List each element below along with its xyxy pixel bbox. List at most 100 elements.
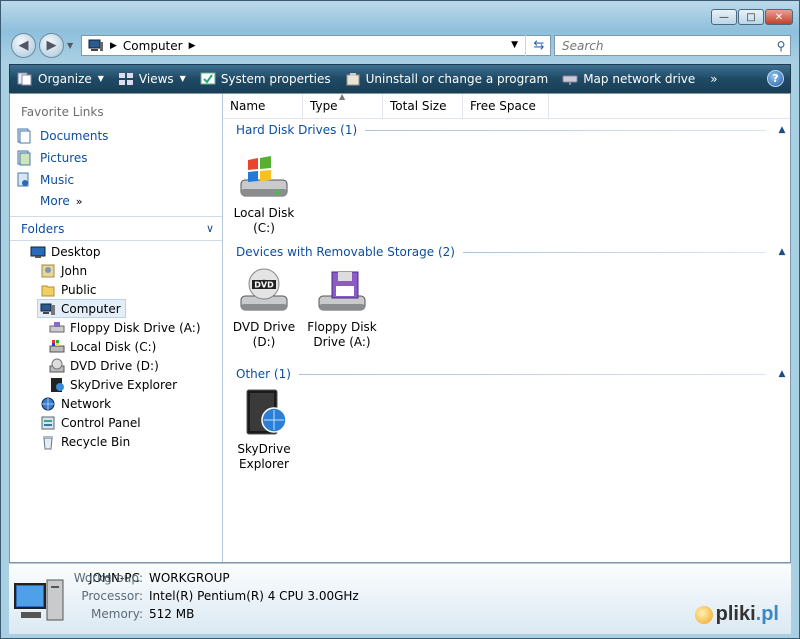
documents-icon [17,128,31,144]
favorite-documents[interactable]: Documents [16,128,108,144]
music-icon [17,172,29,187]
tree-label: Desktop [51,244,101,259]
details-pane: JOHN-PC Workgroup: WORKGROUP Processor: … [9,563,791,634]
help-button[interactable]: ? [767,70,784,87]
drive-local-disk[interactable]: Local Disk (C:) [225,152,303,236]
group-divider [462,251,766,253]
caption-buttons: — □ ✕ [711,9,793,25]
views-label: Views [138,71,174,86]
tree-label: John [61,263,88,278]
group-header-other[interactable]: Other (1) ▲ [223,364,790,384]
favorite-pictures[interactable]: Pictures [16,150,88,166]
views-button[interactable]: Views ▼ [111,65,193,92]
item-skydrive[interactable]: SkyDrive Explorer [225,388,303,472]
column-label: Free Space [470,99,536,113]
forward-arrow-icon: ▶ [46,38,57,53]
logo-tld: .pl [755,603,779,625]
maximize-icon: □ [746,11,756,23]
breadcrumb-computer[interactable]: Computer [123,39,183,53]
folders-title: Folders [21,221,65,236]
detail-row-workgroup: Workgroup: WORKGROUP [17,571,230,585]
chevron-down-icon: ▼ [97,74,104,83]
group-divider [365,129,766,131]
address-bar[interactable]: ▶ Computer ▶ ▼ [81,35,551,56]
tree-item-floppy[interactable]: Floppy Disk Drive (A:) [49,318,201,337]
logo-icon [694,605,713,624]
chevron-right-icon: » [710,71,718,86]
breadcrumb-arrow-icon[interactable]: ▶ [189,41,196,51]
forward-button[interactable]: ▶ [39,33,64,58]
favorite-music[interactable]: Music [16,172,74,188]
tree-label: Local Disk (C:) [70,339,157,354]
item-label-line2: (D:) [252,335,276,349]
maximize-button[interactable]: □ [738,9,764,25]
item-label-line1: Local Disk [233,206,295,220]
computer-icon [40,303,55,315]
file-list: Name ▲ Type Total Size Free Space Hard Di… [223,92,790,562]
organize-button[interactable]: Organize ▼ [10,65,111,92]
map-network-drive-button[interactable]: Map network drive [555,65,702,92]
column-name[interactable]: Name [223,94,303,118]
navigation-pane: Favorite Links Documents Pictures Music … [10,94,223,562]
computer-icon [88,39,103,51]
network-drive-icon [562,75,578,85]
tree-item-network[interactable]: Network [40,394,111,413]
floppy-icon [49,321,65,332]
views-icon [118,72,133,85]
group-header-hard-disk[interactable]: Hard Disk Drives (1) ▲ [223,120,790,140]
history-dropdown-icon[interactable]: ▼ [67,41,73,50]
tree-item-skydrive[interactable]: SkyDrive Explorer [49,375,177,394]
drive-dvd[interactable]: DVD DVD Drive (D:) [225,266,303,350]
refresh-button[interactable]: ⇆ [525,35,552,56]
address-dropdown-icon[interactable]: ▼ [511,40,518,50]
tree-item-recycle-bin[interactable]: Recycle Bin [40,432,130,451]
close-icon: ✕ [774,11,784,23]
refresh-icon: ⇆ [533,38,545,53]
column-type[interactable]: ▲ Type [303,92,383,118]
search-icon[interactable]: ⚲ [772,39,790,53]
pictures-icon [17,150,31,166]
uninstall-icon [346,72,360,85]
tree-item-john[interactable]: John [40,261,87,280]
search-input[interactable] [560,37,772,54]
system-properties-label: System properties [220,71,331,86]
column-total-size[interactable]: Total Size [383,94,463,118]
tree-item-public[interactable]: Public [40,280,97,299]
tree-item-control-panel[interactable]: Control Panel [40,413,141,432]
favorite-label: Pictures [40,151,88,165]
favorite-more[interactable]: More » [40,194,82,208]
skydrive-icon [51,377,64,392]
sort-up-icon: ▲ [339,92,346,101]
system-properties-button[interactable]: System properties [193,65,338,92]
tree-item-computer[interactable]: Computer [37,299,126,318]
watermark-logo: pliki .pl [694,603,779,626]
search-box[interactable]: ⚲ [554,35,791,56]
group-divider [298,373,766,375]
uninstall-button[interactable]: Uninstall or change a program [338,65,556,92]
folders-header[interactable]: Folders ∨ [10,216,222,241]
collapse-icon[interactable]: ▲ [774,247,790,257]
tree-item-local-disk[interactable]: Local Disk (C:) [49,337,156,356]
content-area: Favorite Links Documents Pictures Music … [9,92,791,563]
close-button[interactable]: ✕ [765,9,793,25]
drive-floppy[interactable]: Floppy Disk Drive (A:) [303,266,381,350]
explorer-window: — □ ✕ ◀ ▶ ▼ ▶ Computer ▶ ▼ ⇆ ⚲ Organize ▼… [0,0,800,639]
group-header-removable[interactable]: Devices with Removable Storage (2) ▲ [223,242,790,262]
tree-label: Recycle Bin [61,434,131,449]
group-title: Hard Disk Drives (1) [236,123,358,137]
more-commands-button[interactable]: » [702,72,725,86]
floppy-icon [318,271,366,311]
back-button[interactable]: ◀ [11,33,36,58]
tree-item-desktop[interactable]: Desktop [30,242,101,261]
tree-item-dvd[interactable]: DVD Drive (D:) [49,356,159,375]
column-free-space[interactable]: Free Space [463,94,549,118]
breadcrumb-arrow-icon[interactable]: ▶ [110,41,117,51]
minimize-button[interactable]: — [711,9,737,25]
tree-label: Control Panel [61,415,141,430]
chevron-down-icon: ∨ [205,222,214,235]
collapse-icon[interactable]: ▲ [774,125,790,135]
detail-label: Workgroup: [73,571,143,585]
column-label: Name [230,99,266,113]
collapse-icon[interactable]: ▲ [774,369,790,379]
item-label-line1: DVD Drive [232,320,296,334]
